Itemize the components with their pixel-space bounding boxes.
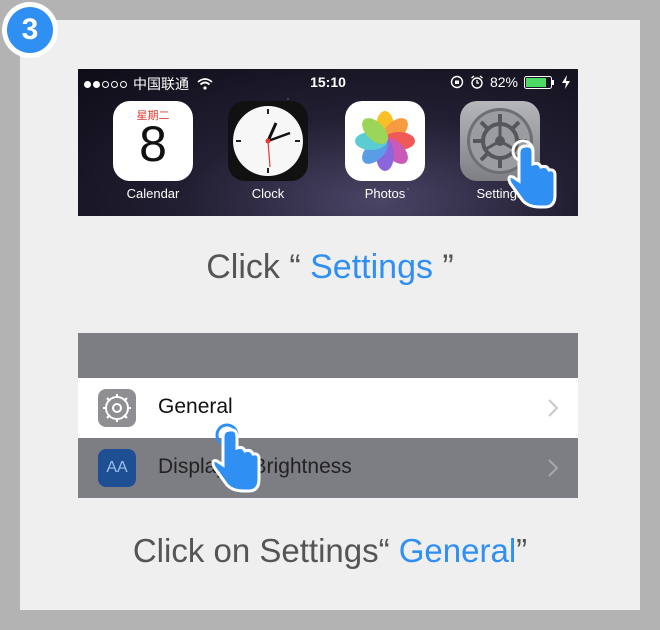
step-badge: 3 — [2, 2, 58, 58]
caption-2-suffix: ” — [516, 532, 528, 569]
rotation-lock-icon — [450, 75, 464, 89]
tap-hand-icon — [211, 423, 261, 493]
instruction-caption-2: Click on Settings“ General” — [0, 532, 660, 570]
caption-2-highlight: General — [398, 532, 517, 569]
app-label-clock: Clock — [251, 186, 285, 201]
clock-icon[interactable] — [228, 101, 308, 181]
battery-percent: 82% — [489, 74, 518, 90]
caption-1-highlight: Settings — [310, 248, 433, 286]
app-calendar[interactable]: 星期二 8 Calendar — [108, 99, 198, 214]
settings-list-header — [78, 333, 578, 378]
status-right: 82% — [450, 74, 570, 90]
calendar-date: 8 — [139, 116, 167, 172]
caption-1-prefix: Click “ — [206, 248, 311, 286]
settings-list: General AA Display & Brightness — [78, 333, 578, 498]
charging-icon — [562, 75, 570, 89]
chevron-right-icon — [548, 459, 558, 477]
app-settings[interactable]: Settings — [455, 99, 557, 214]
photos-flower-icon — [355, 111, 415, 171]
tap-hand-icon — [507, 139, 557, 209]
app-label-calendar: Calendar — [126, 186, 180, 201]
caption-2-prefix: Click on Settings“ — [132, 532, 399, 569]
app-icons-row: 星期二 8 Calendar Clock Photos Settings — [78, 99, 578, 214]
display-brightness-icon: AA — [98, 449, 136, 487]
chevron-right-icon — [548, 399, 558, 417]
gear-icon — [98, 389, 136, 427]
settings-row-general-label: General — [158, 395, 233, 418]
calendar-icon[interactable]: 星期二 8 — [113, 101, 193, 181]
status-bar: 中国联通 15:10 82% — [78, 69, 578, 95]
caption-1-suffix: ” — [432, 248, 454, 286]
settings-row-general[interactable]: General — [78, 378, 578, 438]
home-screen: 中国联通 15:10 82% 星期二 8 Calendar Clock Phot… — [78, 69, 578, 216]
step-number: 3 — [7, 7, 53, 53]
app-label-photos: Photos — [364, 186, 406, 201]
settings-row-display-brightness[interactable]: AA Display & Brightness — [78, 438, 578, 498]
app-clock[interactable]: Clock — [223, 99, 313, 214]
instruction-caption-1: Click “ Settings ” — [0, 248, 660, 287]
alarm-icon — [471, 75, 483, 89]
clock-face-icon — [233, 106, 303, 176]
app-photos[interactable]: Photos — [340, 99, 430, 214]
battery-icon — [524, 75, 554, 89]
photos-icon[interactable] — [345, 101, 425, 181]
